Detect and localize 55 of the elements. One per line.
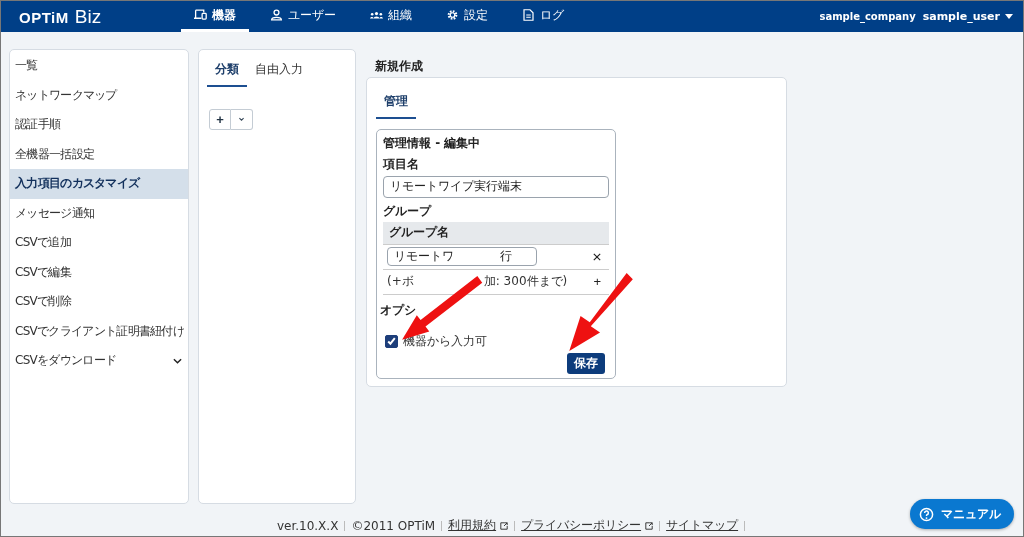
chevron-down-icon xyxy=(173,357,182,364)
sidebar-item[interactable]: メッセージ通知 xyxy=(10,198,188,228)
hint-text: (+ボ xyxy=(387,273,414,290)
nav-tab[interactable]: 設定 xyxy=(433,1,501,32)
sidebar-item[interactable]: CSVでクライアント証明書紐付け xyxy=(10,316,188,346)
chevron-down-icon xyxy=(238,117,245,122)
field-label: オプシ xyxy=(380,301,416,319)
form-title: 管理情報 - 編集中 xyxy=(383,135,482,152)
footer-link[interactable]: サイトマップ xyxy=(666,517,739,534)
hint-text: 加: 300件まで) xyxy=(483,273,568,290)
sidebar-item[interactable]: 入力項目のカスタマイズ xyxy=(10,169,188,199)
sidebar-item[interactable]: CSVをダウンロード xyxy=(10,346,188,376)
nav-tab[interactable]: 機器 xyxy=(181,1,249,32)
external-link-icon xyxy=(645,521,654,530)
user-icon xyxy=(270,9,283,21)
settings-icon xyxy=(446,9,459,21)
add-button[interactable]: + xyxy=(209,109,231,130)
nav-tab[interactable]: ユーザー xyxy=(257,1,349,32)
caret-icon xyxy=(1005,14,1013,19)
sidebar-item[interactable]: CSVで削除 xyxy=(10,287,188,317)
sidebar-item[interactable]: CSVで編集 xyxy=(10,257,188,287)
field-label: 項目名 xyxy=(383,156,420,173)
save-button[interactable]: 保存 xyxy=(567,352,605,374)
checkbox[interactable] xyxy=(385,334,398,348)
footer-text: ver.10.X.X xyxy=(276,518,339,533)
nav-tab[interactable]: 組織 xyxy=(357,1,425,32)
sidebar-item[interactable]: ネットワークマップ xyxy=(10,80,188,110)
logo-brand: OPTiM xyxy=(19,8,69,26)
external-link-icon xyxy=(500,521,509,530)
group-icon xyxy=(370,9,383,21)
tab[interactable]: 自由入力 xyxy=(247,58,311,87)
input-field[interactable]: リモートワ 行 xyxy=(387,247,537,266)
company-name: sample_company xyxy=(819,11,916,22)
page-title: 新規作成 xyxy=(374,58,424,73)
help-icon xyxy=(919,506,934,522)
footer-link[interactable]: 利用規約 xyxy=(448,517,497,534)
tab[interactable]: 管理 xyxy=(376,90,416,119)
sidebar-item[interactable]: 全機器一括設定 xyxy=(10,139,188,169)
field-label: グループ xyxy=(383,202,433,220)
close-icon[interactable] xyxy=(593,252,601,261)
add-button[interactable]: + xyxy=(593,274,601,289)
logo-product: Biz xyxy=(74,5,102,28)
footer-link[interactable]: プライバシーポリシー xyxy=(521,517,642,534)
tab[interactable]: 分類 xyxy=(207,58,247,87)
sidebar-item[interactable]: 認証手順 xyxy=(10,110,188,140)
sidebar-item[interactable]: CSVで追加 xyxy=(10,228,188,258)
document-icon xyxy=(522,9,535,21)
nav-tab[interactable]: ログ xyxy=(509,1,577,32)
sidebar-item[interactable]: 一覧 xyxy=(10,51,188,81)
user-menu[interactable]: sample_user xyxy=(922,10,1013,23)
manual-button[interactable]: マニュアル xyxy=(910,499,1014,529)
footer-text: ©2011 OPTiM xyxy=(351,518,436,533)
column-header: グループ名 xyxy=(389,224,449,241)
device-icon xyxy=(194,9,207,21)
input-field[interactable]: リモートワイプ実行端末 xyxy=(383,175,609,198)
